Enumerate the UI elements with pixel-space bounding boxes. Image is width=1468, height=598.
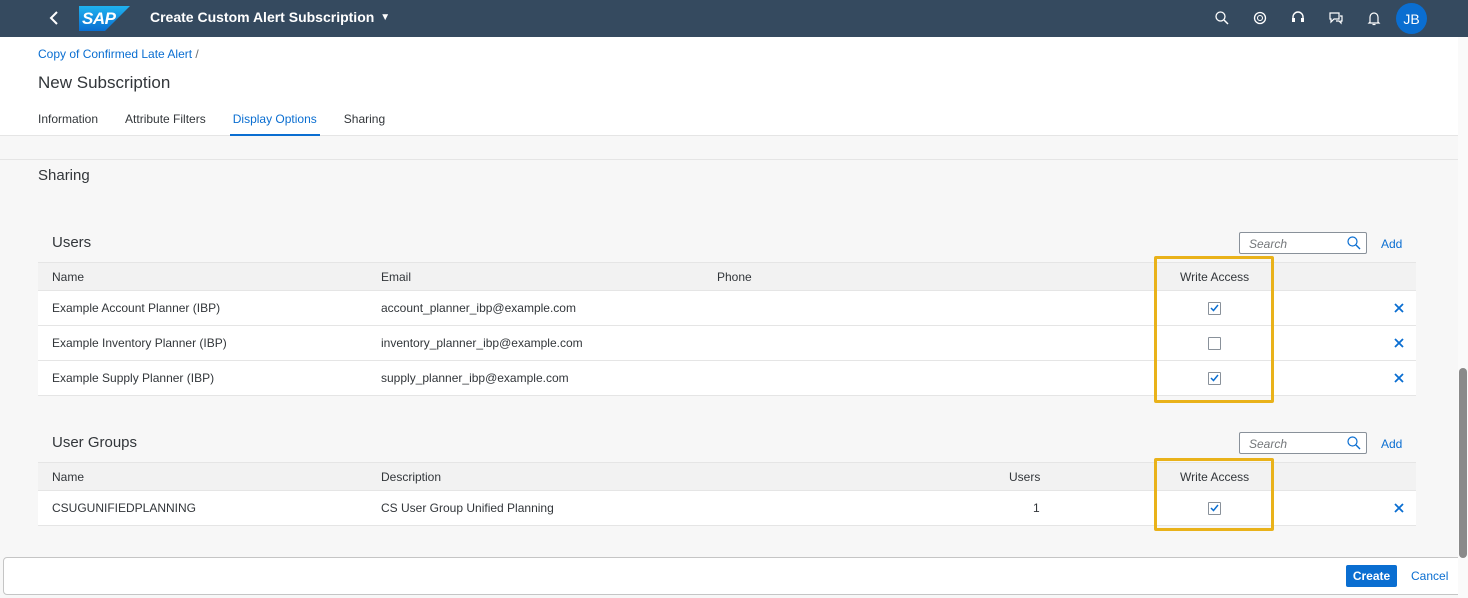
- close-icon: [1394, 373, 1404, 383]
- users-add-button[interactable]: Add: [1381, 237, 1402, 251]
- close-icon: [1394, 503, 1404, 513]
- headset-icon: [1292, 11, 1304, 22]
- tab-display-options[interactable]: Display Options: [229, 112, 320, 136]
- tab-information[interactable]: Information: [38, 112, 98, 136]
- write-access-highlight: [1154, 458, 1274, 531]
- feedback-icon: [1329, 12, 1343, 25]
- app-title-menu[interactable]: Create Custom Alert Subscription ▼: [150, 9, 390, 25]
- sap-logo[interactable]: SAP: [79, 6, 130, 31]
- search-placeholder: Search: [1249, 437, 1288, 451]
- users-table-title: Users: [52, 234, 92, 251]
- content-area: Sharing Users Search Add Name Email Phon…: [0, 136, 1458, 556]
- remove-user-button[interactable]: [1394, 291, 1404, 325]
- group-description: CS User Group Unified Planning: [381, 501, 554, 515]
- help-button[interactable]: [1288, 8, 1308, 28]
- search-button[interactable]: [1212, 8, 1232, 28]
- groups-table-title: User Groups: [52, 434, 138, 451]
- create-button[interactable]: Create: [1346, 565, 1397, 587]
- bell-icon: [1367, 11, 1381, 25]
- remove-user-button[interactable]: [1394, 361, 1404, 395]
- group-name: CSUGUNIFIEDPLANNING: [52, 501, 197, 515]
- user-avatar[interactable]: JB: [1396, 3, 1427, 34]
- search-icon[interactable]: [1347, 236, 1361, 250]
- user-name: Example Supply Planner (IBP): [52, 371, 215, 385]
- search-icon: [1215, 11, 1229, 25]
- copilot-button[interactable]: [1250, 8, 1270, 28]
- search-icon[interactable]: [1347, 436, 1361, 450]
- copilot-icon: [1253, 11, 1267, 25]
- write-access-highlight: [1154, 256, 1274, 403]
- app-title: Create Custom Alert Subscription: [150, 9, 375, 25]
- feedback-button[interactable]: [1326, 8, 1346, 28]
- groups-add-button[interactable]: Add: [1381, 437, 1402, 451]
- col-name: Name: [52, 269, 85, 284]
- col-name: Name: [52, 469, 85, 484]
- tab-sharing[interactable]: Sharing: [344, 112, 385, 136]
- notifications-button[interactable]: [1364, 8, 1384, 28]
- groups-search-input[interactable]: Search: [1239, 432, 1367, 454]
- user-name: Example Inventory Planner (IBP): [52, 336, 227, 350]
- section-divider: [0, 159, 1458, 160]
- remove-user-button[interactable]: [1394, 326, 1404, 360]
- tab-bar: Information Attribute Filters Display Op…: [38, 112, 412, 136]
- caret-down-icon: ▼: [380, 11, 391, 23]
- user-name: Example Account Planner (IBP): [52, 301, 221, 315]
- chevron-left-icon: [49, 11, 58, 25]
- col-description: Description: [381, 469, 442, 484]
- sap-logo-text: SAP: [82, 9, 116, 28]
- footer-toolbar: Create Cancel: [3, 557, 1462, 595]
- breadcrumb: Copy of Confirmed Late Alert /: [38, 47, 199, 61]
- user-email: supply_planner_ibp@example.com: [381, 371, 569, 385]
- breadcrumb-link[interactable]: Copy of Confirmed Late Alert: [38, 47, 192, 61]
- cancel-button[interactable]: Cancel: [1411, 569, 1448, 583]
- col-email: Email: [381, 269, 412, 284]
- breadcrumb-separator: /: [195, 47, 199, 61]
- search-placeholder: Search: [1249, 237, 1288, 251]
- shell-bar: SAP Create Custom Alert Subscription ▼ J…: [0, 0, 1468, 37]
- users-search-input[interactable]: Search: [1239, 232, 1367, 254]
- page-title: New Subscription: [38, 73, 171, 92]
- user-email: inventory_planner_ibp@example.com: [381, 336, 583, 350]
- close-icon: [1394, 338, 1404, 348]
- col-phone: Phone: [717, 269, 752, 284]
- user-email: account_planner_ibp@example.com: [381, 301, 576, 315]
- object-header: Copy of Confirmed Late Alert / New Subsc…: [0, 37, 1458, 136]
- group-users-count: 1: [1033, 501, 1040, 515]
- remove-group-button[interactable]: [1394, 491, 1404, 525]
- scrollbar-thumb[interactable]: [1459, 368, 1467, 558]
- back-button[interactable]: [44, 8, 64, 28]
- section-title: Sharing: [38, 167, 90, 184]
- tab-attribute-filters[interactable]: Attribute Filters: [125, 112, 206, 136]
- col-users: Users: [1009, 469, 1041, 484]
- close-icon: [1394, 303, 1404, 313]
